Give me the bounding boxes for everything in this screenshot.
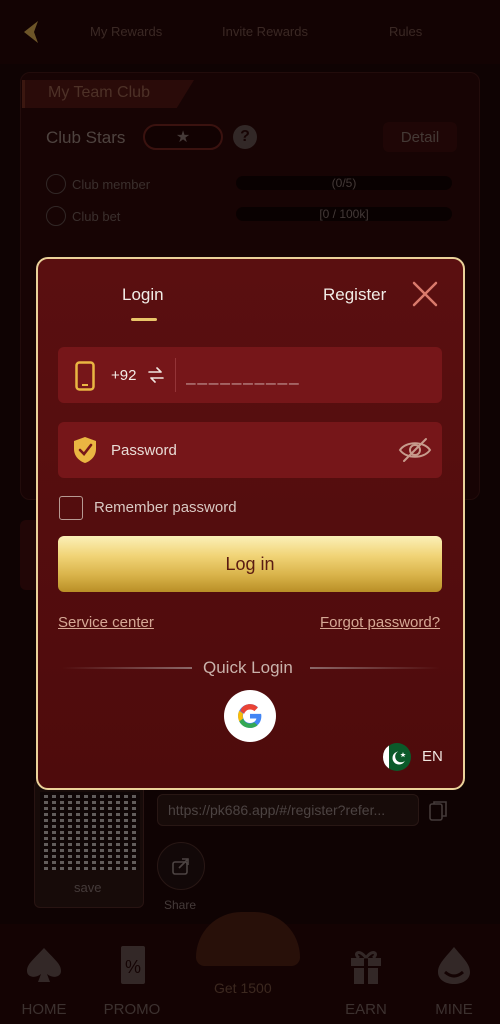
google-login-button[interactable] [224,690,276,742]
google-icon [238,704,262,728]
tab-register[interactable]: Register [323,285,386,305]
active-tab-indicator [131,318,157,321]
quick-login-label: Quick Login [203,658,293,677]
phone-icon [75,361,95,391]
swap-arrows-icon[interactable] [147,367,165,383]
pakistan-flag-icon[interactable] [382,742,412,772]
language-label[interactable]: EN [422,748,443,765]
service-center-link[interactable]: Service center [58,614,154,631]
tab-login[interactable]: Login [122,285,164,305]
country-code[interactable]: +92 [111,367,136,384]
phone-input[interactable] [186,364,426,388]
login-button[interactable]: Log in [58,536,442,592]
field-divider [175,358,176,392]
password-input[interactable] [111,438,381,462]
close-icon[interactable] [410,279,440,309]
forgot-password-link[interactable]: Forgot password? [320,614,440,631]
remember-label[interactable]: Remember password [94,499,237,516]
divider-right [310,667,440,669]
shield-check-icon [74,437,96,463]
remember-checkbox[interactable] [59,496,83,520]
divider-left [62,667,192,669]
eye-slash-icon[interactable] [398,436,432,464]
